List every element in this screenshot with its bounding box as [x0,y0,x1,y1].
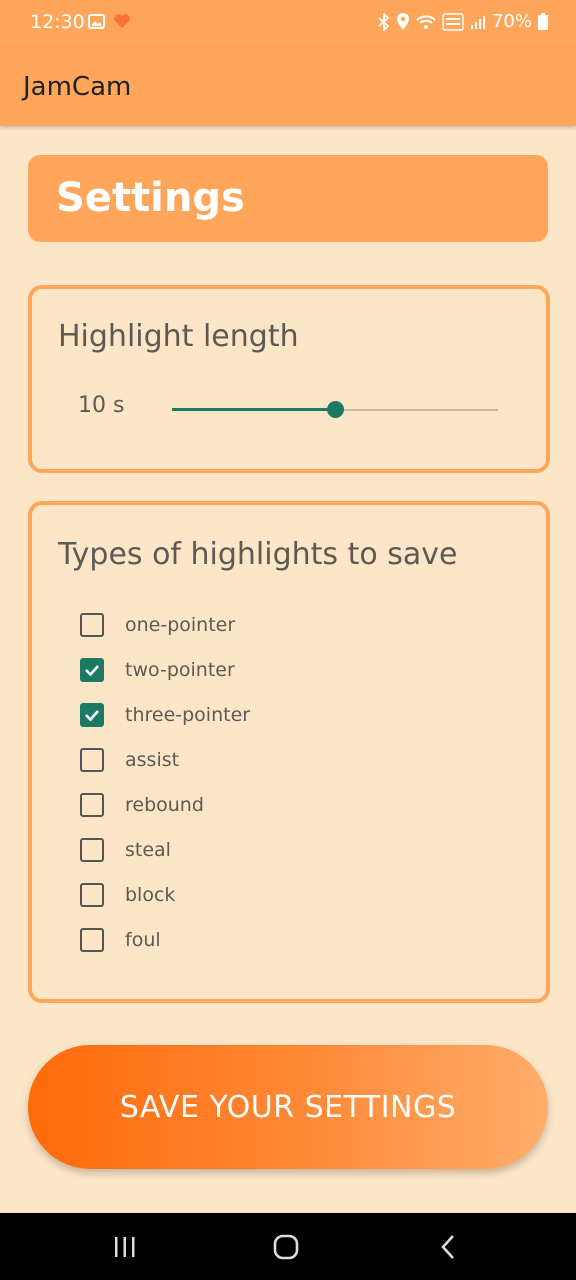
check-icon [85,710,99,722]
check-icon [85,665,99,677]
checkbox-label: one-pointer [125,614,236,636]
checkbox-label: assist [125,749,180,771]
highlight-length-title: Highlight length [58,319,299,354]
checkbox[interactable] [80,703,104,727]
app-title: JamCam [23,72,132,102]
battery-icon [538,13,548,30]
recents-icon [115,1237,135,1257]
home-icon [273,1234,299,1260]
checkbox[interactable] [80,793,104,817]
checkbox[interactable] [80,658,104,682]
checkbox-row-steal[interactable]: steal [80,835,171,865]
checkbox[interactable] [80,838,104,862]
page-title: Settings [56,175,245,221]
highlight-types-title: Types of highlights to save [58,537,458,572]
checkbox-label: three-pointer [125,704,251,726]
back-button[interactable] [428,1233,468,1261]
recents-button[interactable] [105,1233,145,1261]
location-icon [396,12,409,30]
checkbox-label: foul [125,929,161,951]
checkbox[interactable] [80,613,104,637]
app-bar: JamCam [0,48,576,126]
heart-icon [114,14,130,28]
settings-header: Settings [28,155,548,242]
checkbox[interactable] [80,883,104,907]
checkbox-label: rebound [125,794,204,816]
home-button[interactable] [266,1233,306,1261]
back-icon [441,1235,454,1259]
highlight-length-value: 10 s [78,393,125,418]
checkbox-row-assist[interactable]: assist [80,745,179,775]
bluetooth-icon [378,12,390,31]
checkbox-row-one-pointer[interactable]: one-pointer [80,610,235,640]
checkbox[interactable] [80,748,104,772]
checkbox[interactable] [80,928,104,952]
highlight-length-card: Highlight length 10 s [28,285,550,473]
checkbox-row-block[interactable]: block [80,880,175,910]
volte-icon [442,12,464,31]
signal-icon [470,15,485,29]
status-bar: 12:30 70% [0,0,576,48]
checkbox-row-two-pointer[interactable]: two-pointer [80,655,235,685]
wifi-icon [416,14,436,29]
battery-percent: 70% [491,11,532,32]
checkbox-row-foul[interactable]: foul [80,925,161,955]
checkbox-label: block [125,884,176,906]
checkbox-label: steal [125,839,171,861]
save-settings-button[interactable]: SAVE YOUR SETTINGS [28,1045,548,1169]
checkbox-row-rebound[interactable]: rebound [80,790,204,820]
slider-thumb[interactable] [327,401,344,418]
navigation-bar [0,1213,576,1280]
highlight-types-card: Types of highlights to save one-pointer … [28,501,550,1003]
status-time: 12:30 [30,11,85,33]
highlight-length-slider[interactable] [172,401,498,421]
gallery-icon [88,13,105,29]
checkbox-row-three-pointer[interactable]: three-pointer [80,700,250,730]
checkbox-label: two-pointer [125,659,235,681]
slider-fill [172,408,335,411]
